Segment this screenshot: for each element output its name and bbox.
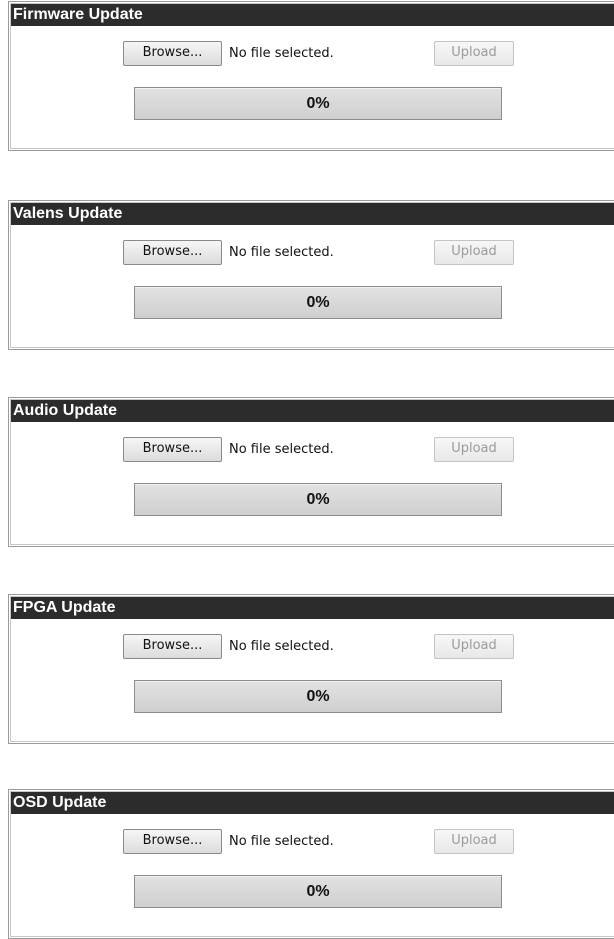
panel-title: OSD Update (11, 792, 614, 814)
upload-button[interactable]: Upload (434, 41, 514, 66)
progress-bar: 0% (134, 483, 502, 516)
progress-bar: 0% (134, 87, 502, 120)
valens-update-panel: Valens Update Browse... No file selected… (8, 200, 614, 350)
progress-label: 0% (306, 491, 330, 508)
progress-bar: 0% (134, 680, 502, 713)
progress-label: 0% (306, 95, 330, 112)
panel-title: Firmware Update (11, 4, 614, 26)
panel-title: Audio Update (11, 400, 614, 422)
browse-button[interactable]: Browse... (123, 437, 222, 462)
browse-button[interactable]: Browse... (123, 634, 222, 659)
browse-button[interactable]: Browse... (123, 240, 222, 265)
upload-button[interactable]: Upload (434, 634, 514, 659)
browse-button[interactable]: Browse... (123, 829, 222, 854)
file-status-text: No file selected. (229, 442, 334, 457)
upload-button[interactable]: Upload (434, 240, 514, 265)
file-status-text: No file selected. (229, 834, 334, 849)
progress-label: 0% (306, 294, 330, 311)
panel-title: Valens Update (11, 203, 614, 225)
progress-label: 0% (306, 883, 330, 900)
panel-title: FPGA Update (11, 597, 614, 619)
progress-label: 0% (306, 688, 330, 705)
file-status-text: No file selected. (229, 245, 334, 260)
audio-update-panel: Audio Update Browse... No file selected.… (8, 397, 614, 547)
fpga-update-panel: FPGA Update Browse... No file selected. … (8, 594, 614, 744)
browse-button[interactable]: Browse... (123, 41, 222, 66)
file-status-text: No file selected. (229, 46, 334, 61)
osd-update-panel: OSD Update Browse... No file selected. U… (8, 789, 614, 939)
upload-button[interactable]: Upload (434, 829, 514, 854)
progress-bar: 0% (134, 286, 502, 319)
progress-bar: 0% (134, 875, 502, 908)
upload-button[interactable]: Upload (434, 437, 514, 462)
firmware-update-panel: Firmware Update Browse... No file select… (8, 1, 614, 151)
file-status-text: No file selected. (229, 639, 334, 654)
